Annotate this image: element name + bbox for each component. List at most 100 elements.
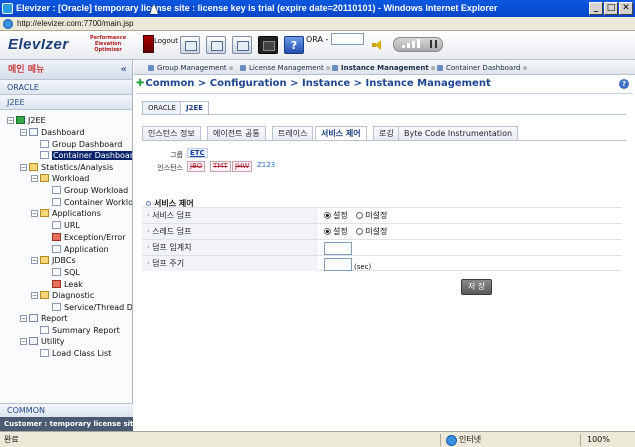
instance-item[interactable]: TMT bbox=[210, 161, 231, 172]
tab-instance-info[interactable]: 인스턴스 정보 bbox=[142, 126, 201, 140]
tree-item-service-thread-dump[interactable]: Service/Thread Dump bbox=[52, 302, 132, 313]
tree-item-utility[interactable]: Utility bbox=[29, 336, 65, 347]
logout-button[interactable]: Logout bbox=[154, 37, 178, 45]
tree-expander[interactable]: − bbox=[7, 117, 14, 124]
service-dump-on-radio[interactable]: 설정 bbox=[324, 211, 348, 220]
tree-item-url[interactable]: URL bbox=[52, 220, 80, 231]
tree-item-leak[interactable]: Leak bbox=[52, 279, 83, 290]
tree-item-j2ee[interactable]: J2EE bbox=[16, 115, 46, 126]
address-url[interactable]: http://elevizer.com:7700/main.jsp bbox=[17, 17, 134, 31]
page-tabs: Group Management ⊗ License Management ⊗ In… bbox=[134, 60, 635, 75]
maximize-button[interactable]: □ bbox=[604, 2, 618, 15]
tree-item-exception-error[interactable]: Exception/Error bbox=[52, 232, 126, 243]
tab-container-dashboard[interactable]: Container Dashboard ⊗ bbox=[437, 62, 527, 74]
tree-item-container-workload[interactable]: Container Workload bbox=[52, 197, 132, 208]
form-row: · 덤프 임계치 bbox=[142, 239, 622, 255]
ora-label: ORA - bbox=[306, 35, 329, 44]
tree-item-statistics-analysis[interactable]: Statistics/Analysis bbox=[29, 162, 113, 173]
tree-expander[interactable]: − bbox=[31, 175, 38, 182]
close-tab-icon[interactable]: ⊗ bbox=[229, 65, 234, 72]
sidebar-section-common[interactable]: COMMON bbox=[0, 403, 133, 417]
tab-instance-management[interactable]: Instance Management ⊗ bbox=[332, 62, 436, 74]
minimize-button[interactable]: _ bbox=[589, 2, 603, 15]
speaker-icon[interactable] bbox=[372, 40, 382, 50]
tree-item-container-dashboard[interactable]: Container Dashboard bbox=[40, 150, 132, 161]
dump-threshold-input[interactable] bbox=[324, 242, 352, 255]
tab-group-management[interactable]: Group Management ⊗ bbox=[148, 62, 234, 74]
folder-icon bbox=[40, 256, 49, 264]
form-row: · 스레드 덤프 설정 미설정 bbox=[142, 223, 622, 239]
help-icon[interactable]: ? bbox=[284, 36, 304, 54]
tree-item-report[interactable]: Report bbox=[29, 313, 68, 324]
instance-item[interactable]: JHW bbox=[232, 161, 253, 172]
group-value[interactable]: ETC bbox=[187, 148, 208, 158]
tree-expander[interactable]: − bbox=[31, 257, 38, 264]
tree-item-workload[interactable]: Workload bbox=[40, 173, 89, 184]
tab-oracle[interactable]: ORACLE bbox=[142, 101, 182, 114]
tree-item-dashboard[interactable]: Dashboard bbox=[29, 127, 84, 138]
tree-expander[interactable]: − bbox=[31, 292, 38, 299]
logout-door-icon[interactable] bbox=[143, 35, 154, 53]
tab-service-control[interactable]: 서비스 제어 bbox=[315, 126, 367, 140]
instance-item[interactable]: JBO bbox=[187, 161, 206, 172]
tree-item-sql[interactable]: SQL bbox=[52, 267, 80, 278]
tab-license-management[interactable]: License Management ⊗ bbox=[240, 62, 331, 74]
close-tab-icon[interactable]: ⊗ bbox=[522, 65, 527, 72]
window-controls: _ □ ✕ bbox=[589, 2, 633, 15]
tree-item-diagnostic[interactable]: Diagnostic bbox=[40, 290, 94, 301]
tab-logging[interactable]: 로깅 bbox=[373, 126, 400, 140]
print-icon[interactable] bbox=[180, 36, 200, 54]
tree-expander[interactable]: − bbox=[20, 164, 27, 171]
close-tab-icon[interactable]: ⊗ bbox=[431, 65, 436, 72]
tab-byte-code-instrumentation[interactable]: Byte Code Instrumentation bbox=[398, 126, 519, 140]
radio-label: 미설정 bbox=[365, 227, 388, 236]
settings-icon[interactable] bbox=[232, 36, 252, 54]
dump-interval-label: · 덤프 주기 bbox=[142, 256, 318, 271]
close-tab-icon[interactable]: ⊗ bbox=[326, 65, 331, 72]
pause-icon[interactable] bbox=[430, 40, 437, 48]
service-dump-options: 설정 미설정 bbox=[324, 210, 393, 221]
page-help-icon[interactable]: ? bbox=[619, 79, 629, 89]
close-button[interactable]: ✕ bbox=[619, 2, 633, 15]
logo-tagline: Performance Elevation Optimizer bbox=[90, 35, 126, 53]
zoom-level[interactable]: 100% bbox=[587, 432, 610, 447]
sidebar-section-oracle[interactable]: ORACLE bbox=[0, 80, 132, 95]
tree-item-summary-report[interactable]: Summary Report bbox=[40, 325, 120, 336]
collapse-sidebar-icon[interactable]: « bbox=[121, 60, 127, 80]
ora-input[interactable] bbox=[331, 33, 364, 45]
sidebar-section-j2ee[interactable]: J2EE bbox=[0, 95, 132, 110]
tree-item-load-class-list[interactable]: Load Class List bbox=[40, 348, 111, 359]
tree-item-application[interactable]: Application bbox=[52, 244, 109, 255]
tree-label: Statistics/Analysis bbox=[41, 163, 114, 172]
dump-interval-input[interactable] bbox=[324, 258, 352, 271]
instance-item[interactable]: Z123 bbox=[255, 161, 277, 172]
address-bar[interactable]: http://elevizer.com:7700/main.jsp bbox=[0, 17, 635, 31]
list-icon[interactable] bbox=[206, 36, 226, 54]
tree-expander[interactable]: − bbox=[20, 315, 27, 322]
tree-label: J2EE bbox=[28, 116, 46, 125]
j2ee-icon bbox=[16, 116, 25, 124]
tab-agent-common[interactable]: 에이전트 공통 bbox=[207, 126, 266, 140]
tree-expander[interactable]: − bbox=[31, 210, 38, 217]
tree-item-applications[interactable]: Applications bbox=[40, 208, 101, 219]
tree-item-jdbcs[interactable]: JDBCs bbox=[40, 255, 76, 266]
tree-item-group-dashboard[interactable]: Group Dashboard bbox=[40, 139, 122, 150]
tree-item-group-workload[interactable]: Group Workload bbox=[52, 185, 128, 196]
tree-label: Dashboard bbox=[41, 128, 85, 137]
service-dump-off-radio[interactable]: 미설정 bbox=[356, 211, 387, 220]
tree-expander[interactable]: − bbox=[20, 129, 27, 136]
tree-label: Container Workload bbox=[64, 198, 132, 207]
breadcrumb-text: Common > Configuration > Instance > Inst… bbox=[145, 78, 491, 89]
tree-label: URL bbox=[64, 221, 80, 230]
tree-label: Exception/Error bbox=[64, 233, 126, 242]
tree-label: SQL bbox=[64, 268, 80, 277]
tree-expander[interactable]: − bbox=[20, 338, 27, 345]
thread-dump-off-radio[interactable]: 미설정 bbox=[356, 227, 387, 236]
thread-dump-on-radio[interactable]: 설정 bbox=[324, 227, 348, 236]
tab-j2ee[interactable]: J2EE bbox=[180, 101, 210, 114]
save-button[interactable]: 저 장 bbox=[461, 279, 492, 295]
tab-label: Instance Management bbox=[341, 64, 429, 72]
sidebar-title: 메인 메뉴 bbox=[8, 65, 45, 75]
tab-trace[interactable]: 트레이스 bbox=[272, 126, 314, 140]
monitor-icon[interactable] bbox=[258, 36, 278, 54]
